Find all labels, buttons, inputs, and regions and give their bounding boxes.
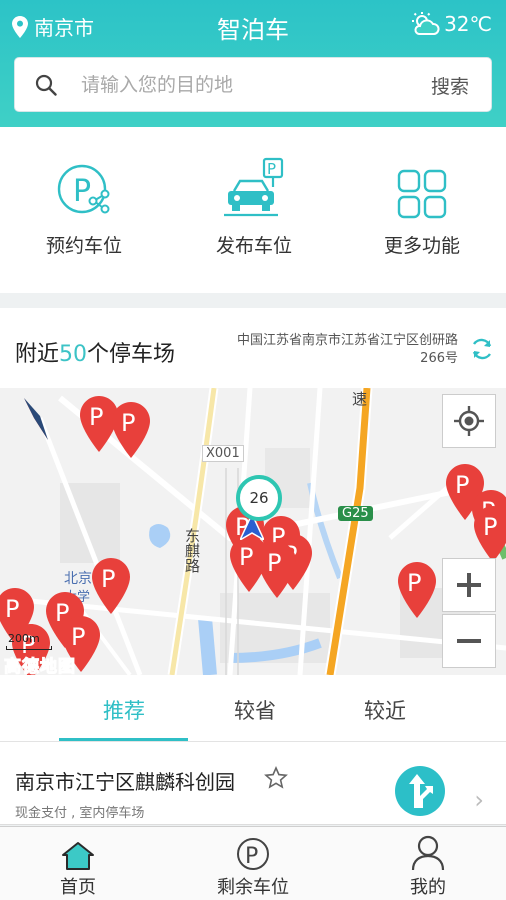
home-icon [62,842,94,870]
svg-text:P: P [101,565,115,593]
publish-parking-label: 发布车位 [215,235,292,257]
parking-subtitle: 现金支付 , 室内停车场 [15,806,145,821]
header: 南京市 智泊车 32℃ 搜索 [0,0,506,127]
navigate-button[interactable] [395,766,445,816]
tab-recommended[interactable]: 推荐 [59,695,189,725]
reserve-parking-icon: P [57,164,110,214]
nav-home[interactable]: 首页 [23,833,133,899]
navigation-arrow-icon [409,774,433,808]
nearby-title: 附近50个停车场 [15,336,175,368]
quick-functions: P 预约车位 P 发布车位 更多功能 [0,127,506,293]
road-label-dongqi: 东麒路 [183,528,201,573]
temperature: 32℃ [444,12,492,36]
svg-text:P: P [71,623,85,651]
svg-text:P: P [121,409,135,437]
nav-home-label: 首页 [60,877,96,898]
locate-icon [454,406,484,436]
nav-profile-label: 我的 [410,877,446,898]
publish-parking-icon: P [224,157,284,217]
zoom-in-button[interactable] [442,558,496,612]
svg-text:P: P [89,403,103,431]
svg-text:P: P [483,513,497,541]
address-line-2: 266号 [420,351,458,366]
nav-profile[interactable]: 我的 [373,833,483,899]
svg-text:P: P [267,160,276,178]
poi-beijing: 北京 [64,571,92,587]
parking-pin[interactable]: P [92,558,130,614]
address-line-1: 中国江苏省南京市江苏省江宁区创研路 [236,333,458,348]
svg-text:P: P [239,543,253,571]
publish-parking-button[interactable]: P 发布车位 [184,157,324,258]
nearby-prefix: 附近 [15,342,60,367]
sort-tabs: 推荐 较省 较近 [0,675,506,742]
search-button[interactable]: 搜索 [431,72,469,99]
chevron-right-icon[interactable]: › [474,786,484,814]
nav-remaining-spaces[interactable]: P 剩余车位 [198,833,308,899]
more-functions-label: 更多功能 [383,235,460,257]
more-functions-icon [397,169,447,219]
minus-icon [457,639,481,643]
reserve-parking-label: 预约车位 [45,235,122,257]
svg-text:P: P [73,174,91,209]
map-scale-bar [6,646,52,650]
destination-input[interactable] [81,73,401,96]
active-tab-indicator [59,738,188,741]
refresh-icon[interactable] [470,337,494,361]
nearby-count: 50 [59,342,88,367]
parking-cluster[interactable]: 26 [236,475,282,521]
parking-map[interactable]: X001 东麒路 G25 速 北京 大学 P P P P P P P P P P… [0,388,506,675]
weather: 32℃ [412,12,492,36]
road-label-x001: X001 [202,445,244,462]
amap-logo: 高德地图 [4,657,76,676]
parking-name: 南京市江宁区麒麟科创园 [15,770,235,794]
svg-text:P: P [407,569,421,597]
parking-pin[interactable]: P [398,562,436,618]
plus-icon [457,573,481,597]
parking-result-card[interactable]: 南京市江宁区麒麟科创园 现金支付 , 室内停车场 › [0,742,506,825]
parking-icon: P [237,838,269,870]
svg-text:P: P [267,549,281,577]
compass-icon[interactable] [20,396,54,444]
nav-remaining-spaces-label: 剩余车位 [217,877,289,898]
zoom-out-button[interactable] [442,614,496,668]
reserve-parking-button[interactable]: P 预约车位 [14,157,154,258]
road-label-su: 速 [352,390,368,408]
tab-cheaper[interactable]: 较省 [190,695,320,725]
more-functions-button[interactable]: 更多功能 [352,157,492,258]
svg-text:P: P [5,595,19,623]
profile-icon [411,835,445,871]
svg-text:P: P [245,844,258,869]
nearby-suffix: 个停车场 [87,342,176,367]
svg-text:P: P [455,471,469,499]
tab-closer[interactable]: 较近 [320,695,450,725]
nearby-summary: 附近50个停车场 中国江苏省南京市江苏省江宁区创研路 266号 [0,308,506,388]
search-icon [35,74,57,96]
bottom-navigation: 首页 P 剩余车位 我的 [0,826,506,900]
search-bar: 搜索 [14,57,492,112]
parking-pin[interactable]: P [258,542,296,598]
partly-cloudy-icon [412,12,440,35]
current-address: 中国江苏省南京市江苏省江宁区创研路 266号 [198,332,458,368]
favorite-star-icon[interactable] [264,766,288,790]
map-scale-label: 200m [8,632,40,645]
locate-button[interactable] [442,394,496,448]
road-label-g25: G25 [338,506,373,521]
parking-pin[interactable]: P [112,402,150,458]
parking-pin[interactable]: P [474,506,506,562]
